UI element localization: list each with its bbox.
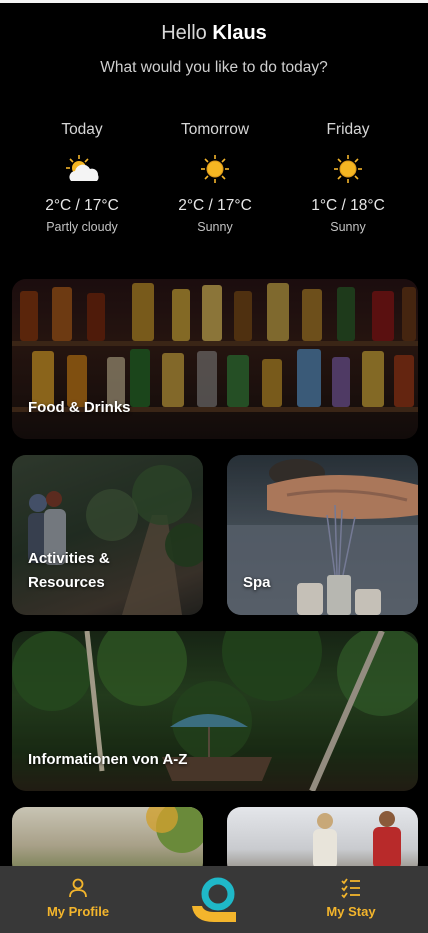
- greeting: Hello Klaus: [0, 22, 428, 45]
- weather-day-label: Today: [61, 121, 103, 138]
- weather-temp: 2°C / 17°C: [45, 197, 119, 214]
- card-label: Spa: [243, 574, 271, 591]
- greeting-prefix: Hello: [161, 22, 207, 44]
- card-label: Food & Drinks: [28, 399, 131, 416]
- weather-day-label: Tomorrow: [180, 121, 250, 138]
- card-label-line: Activities &: [28, 550, 110, 567]
- app-logo-icon: [192, 877, 236, 922]
- weather-temp: 2°C / 17°C: [178, 197, 252, 214]
- card-label: Activities & Resources: [28, 547, 110, 595]
- information-a-z-card[interactable]: Informationen von A-Z: [12, 631, 418, 791]
- activities-resources-card[interactable]: Activities & Resources: [12, 455, 203, 615]
- my-stay-tab[interactable]: My Stay: [296, 876, 406, 919]
- food-drinks-card[interactable]: Food & Drinks: [12, 279, 418, 439]
- card-label: Informationen von A-Z: [28, 751, 188, 768]
- sun-icon: [150, 149, 280, 189]
- partly-cloudy-icon: [17, 149, 147, 189]
- checklist-icon: [296, 876, 406, 900]
- user-name: Klaus: [212, 22, 267, 44]
- weather-day-tomorrow: Tomorrow 2°C / 17°C Sunny: [150, 121, 280, 234]
- user-icon: [23, 876, 133, 900]
- weather-day-friday: Friday 1°C / 18°C Sunny: [283, 121, 413, 234]
- sun-icon: [283, 149, 413, 189]
- top-divider: [0, 0, 428, 3]
- nav-label: My Profile: [46, 904, 110, 919]
- spa-card[interactable]: Spa: [227, 455, 418, 615]
- weather-condition: Partly cloudy: [46, 220, 118, 234]
- weather-condition: Sunny: [197, 220, 233, 234]
- weather-condition: Sunny: [330, 220, 366, 234]
- weather-day-today: Today 2°C / 17°C Partly cloudy: [17, 121, 147, 234]
- home-logo-button[interactable]: [190, 876, 238, 924]
- page-subtitle: What would you like to do today?: [100, 59, 328, 76]
- weather-forecast: Today 2°C / 17°C Partly cloudy Tomorrow: [0, 121, 428, 241]
- card-label-line: Resources: [28, 574, 105, 591]
- weather-temp: 1°C / 18°C: [311, 197, 385, 214]
- my-profile-tab[interactable]: My Profile: [23, 876, 133, 919]
- nav-label: My Stay: [326, 904, 376, 919]
- weather-day-label: Friday: [326, 121, 370, 138]
